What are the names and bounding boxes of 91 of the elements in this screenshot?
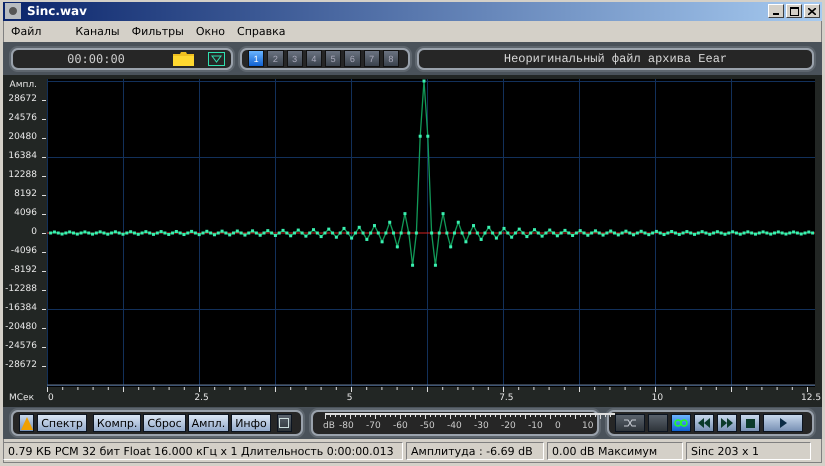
window-title: Sinc.wav — [27, 4, 88, 18]
play-icon — [780, 418, 786, 428]
y-tick-mark — [42, 347, 46, 348]
y-tick-mark — [42, 328, 46, 330]
y-tick-mark — [42, 290, 46, 292]
y-tick-mark — [42, 366, 46, 368]
close-icon — [808, 8, 816, 15]
stop-button[interactable] — [740, 414, 760, 432]
y-tick-label: 28672 — [8, 94, 37, 104]
meter-tick-label: 10 — [582, 421, 594, 432]
tool-button[interactable]: Инфо — [231, 414, 271, 432]
forward-button[interactable] — [717, 414, 737, 432]
y-tick-label: -28672 — [5, 360, 37, 370]
y-tick-mark — [42, 233, 46, 234]
tool-button[interactable]: Ампл. — [188, 414, 230, 432]
y-tick-mark — [42, 176, 46, 178]
y-tick-label: 12288 — [8, 170, 37, 180]
tool-button[interactable]: Компр. — [92, 414, 142, 432]
meter-tick-label: -40 — [447, 421, 462, 432]
tool-button[interactable]: Сброс — [143, 414, 186, 432]
y-tick-label: -4096 — [10, 246, 37, 256]
rewind-icon — [698, 418, 710, 428]
meter-tick-label: 0 — [555, 421, 561, 432]
y-tick-label: 0 — [31, 227, 37, 238]
y-tick-label: -12288 — [5, 284, 37, 294]
meter-tick-label: -50 — [420, 421, 435, 432]
dropdown-icon[interactable] — [208, 52, 225, 66]
loop-icon — [674, 419, 688, 428]
play-button[interactable] — [763, 414, 803, 432]
y-tick-mark — [42, 309, 46, 310]
minimize-button[interactable] — [768, 4, 784, 18]
message-text: Неоригинальный файл архива Eear — [502, 52, 728, 66]
stop-icon — [746, 418, 754, 428]
y-tick-mark — [42, 214, 46, 216]
menu-item[interactable]: Каналы — [69, 24, 126, 38]
time-display: 00:00:00 — [66, 52, 126, 66]
y-tick-mark — [42, 119, 46, 120]
y-tick-label: -16384 — [5, 303, 37, 314]
y-tick-label: 16384 — [8, 151, 37, 162]
square-button[interactable] — [276, 414, 292, 432]
status-field: Sinc 203 x 1 — [686, 442, 811, 460]
folder-icon — [173, 52, 194, 66]
maximize-button[interactable] — [786, 4, 802, 18]
y-tick-mark — [42, 195, 46, 196]
y-tick-label: 24576 — [8, 113, 37, 124]
x-tick-label: 10 — [652, 393, 664, 404]
x-tick-label: 7.5 — [499, 393, 514, 404]
square-icon — [279, 418, 290, 428]
meter-tick-label: -10 — [528, 421, 543, 432]
y-tick-mark — [42, 100, 46, 102]
shuffle-button[interactable] — [615, 414, 645, 432]
tool-button[interactable]: Спектр — [37, 414, 87, 432]
fast-forward-icon — [721, 418, 733, 428]
close-button[interactable] — [804, 4, 820, 18]
x-tick-label: 2.5 — [194, 393, 209, 404]
status-field: Амплитуда : -6.69 dB — [406, 442, 544, 460]
shuffle-icon — [624, 419, 636, 428]
y-tick-label: -20480 — [5, 322, 37, 332]
x-tick-label: 12.5 — [801, 393, 822, 404]
y-tick-label: -24576 — [5, 341, 37, 352]
rewind-button[interactable] — [694, 414, 714, 432]
app-icon — [5, 3, 21, 20]
meter-tick-label: -60 — [393, 421, 408, 432]
y-tick-label: 8192 — [14, 189, 37, 200]
peak-icon — [20, 416, 33, 430]
amplitude-button[interactable] — [19, 414, 34, 432]
x-tick-label: 0 — [48, 393, 54, 404]
y-tick-mark — [42, 138, 46, 140]
meter-unit: dB — [323, 421, 335, 432]
menu-item[interactable]: Файл — [5, 24, 48, 38]
y-tick-label: -8192 — [10, 265, 37, 276]
menu-item[interactable]: Фильтры — [126, 24, 190, 38]
menu-item[interactable]: Справка — [231, 24, 292, 38]
x-tick-label: 5 — [346, 393, 353, 404]
loop-button[interactable] — [671, 414, 691, 432]
maximize-icon — [790, 6, 798, 16]
y-axis-label: Ампл. — [10, 80, 37, 90]
status-field: 0.00 dB Максимум — [547, 442, 683, 460]
channel-button[interactable]: 1 — [248, 50, 264, 68]
meter-tick-label: -80 — [339, 421, 354, 432]
meter-tick-label: -70 — [366, 421, 381, 432]
menu-item[interactable]: Окно — [190, 24, 232, 38]
y-tick-label: 20480 — [8, 132, 37, 142]
y-tick-mark — [42, 252, 46, 254]
status-field: 0.79 КБ PCM 32 бит Float 16.000 кГц x 1 Длительность 0:00:00.013 — [3, 442, 403, 460]
y-tick-label: 4096 — [14, 208, 37, 218]
y-tick-mark — [42, 271, 46, 272]
x-axis-label: МСек — [9, 393, 34, 404]
meter-tick-label: -20 — [501, 421, 516, 432]
meter-tick-label: -30 — [474, 421, 489, 432]
y-tick-mark — [42, 157, 46, 158]
